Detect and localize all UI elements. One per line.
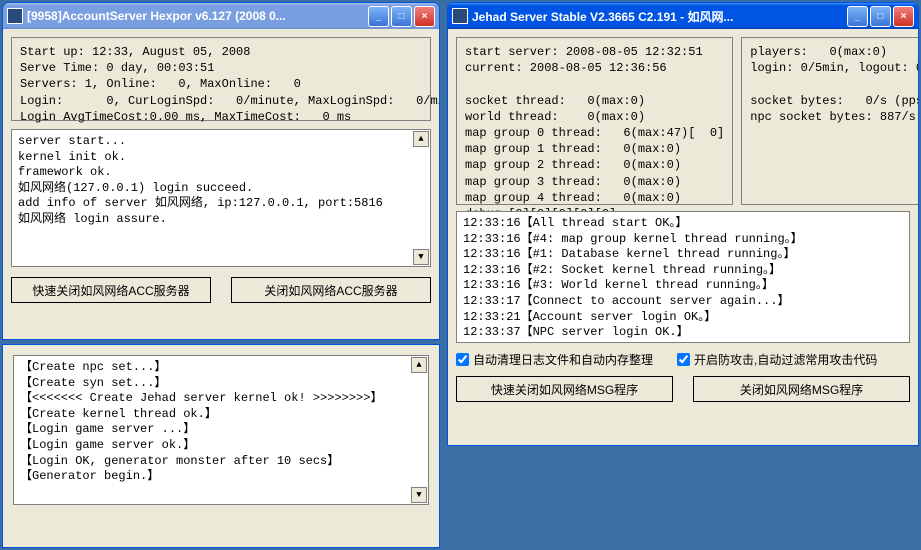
auto-clean-checkbox[interactable]: 自动清理日志文件和自动内存整理 xyxy=(456,351,653,368)
checkbox-row: 自动清理日志文件和自动内存整理 开启防攻击,自动过滤常用攻击代码 xyxy=(456,351,910,368)
window-title: [9958]AccountServer Hexpor v6.127 (2008 … xyxy=(27,9,368,23)
log-text: server start... kernel init ok. framewor… xyxy=(18,134,383,226)
client-area: 【Create npc set...】 【Create syn set...】 … xyxy=(3,345,439,515)
server-stats-left: start server: 2008-08-05 12:32:51 curren… xyxy=(456,37,733,205)
close-msg-button[interactable]: 关闭如风网络MSG程序 xyxy=(693,376,910,402)
checkbox-label: 自动清理日志文件和自动内存整理 xyxy=(473,351,653,368)
window-controls: _ □ × xyxy=(847,6,914,27)
log-text: 12:33:16【All thread start OK。】 12:33:16【… xyxy=(463,216,803,339)
checkbox-input[interactable] xyxy=(677,353,690,366)
anti-attack-checkbox[interactable]: 开启防攻击,自动过滤常用攻击代码 xyxy=(677,351,877,368)
scroll-down-icon[interactable]: ▼ xyxy=(411,487,427,503)
titlebar[interactable]: Jehad Server Stable V2.3665 C2.191 - 如风网… xyxy=(448,3,918,29)
window-controls: _ □ × xyxy=(368,6,435,27)
jehad-server-window: Jehad Server Stable V2.3665 C2.191 - 如风网… xyxy=(447,2,919,446)
account-server-window: [9958]AccountServer Hexpor v6.127 (2008 … xyxy=(2,2,440,340)
close-button[interactable]: × xyxy=(414,6,435,27)
window-title: Jehad Server Stable V2.3665 C2.191 - 如风网… xyxy=(472,8,847,25)
checkbox-label: 开启防攻击,自动过滤常用攻击代码 xyxy=(694,351,877,368)
minimize-button[interactable]: _ xyxy=(847,6,868,27)
npc-server-window: 【Create npc set...】 【Create syn set...】 … xyxy=(2,344,440,548)
titlebar[interactable]: [9958]AccountServer Hexpor v6.127 (2008 … xyxy=(3,3,439,29)
client-area: Start up: 12:33, August 05, 2008 Serve T… xyxy=(3,29,439,311)
server-stats: Start up: 12:33, August 05, 2008 Serve T… xyxy=(11,37,431,121)
button-row: 快速关闭如风网络MSG程序 关闭如风网络MSG程序 xyxy=(456,376,910,402)
log-text: 【Create npc set...】 【Create syn set...】 … xyxy=(20,360,382,483)
server-stats-right: players: 0(max:0) login: 0/5min, logout:… xyxy=(741,37,919,205)
fast-close-acc-button[interactable]: 快速关闭如风网络ACC服务器 xyxy=(11,277,211,303)
log-output[interactable]: 12:33:16【All thread start OK。】 12:33:16【… xyxy=(456,211,910,343)
app-icon xyxy=(7,8,23,24)
close-acc-button[interactable]: 关闭如风网络ACC服务器 xyxy=(231,277,431,303)
scroll-up-icon[interactable]: ▲ xyxy=(413,131,429,147)
minimize-button[interactable]: _ xyxy=(368,6,389,27)
log-output[interactable]: server start... kernel init ok. framewor… xyxy=(11,129,431,267)
client-area: start server: 2008-08-05 12:32:51 curren… xyxy=(448,29,918,410)
app-icon xyxy=(452,8,468,24)
scroll-down-icon[interactable]: ▼ xyxy=(413,249,429,265)
maximize-button[interactable]: □ xyxy=(870,6,891,27)
log-output[interactable]: 【Create npc set...】 【Create syn set...】 … xyxy=(13,355,429,505)
scroll-up-icon[interactable]: ▲ xyxy=(411,357,427,373)
checkbox-input[interactable] xyxy=(456,353,469,366)
button-row: 快速关闭如风网络ACC服务器 关闭如风网络ACC服务器 xyxy=(11,277,431,303)
maximize-button[interactable]: □ xyxy=(391,6,412,27)
close-button[interactable]: × xyxy=(893,6,914,27)
fast-close-msg-button[interactable]: 快速关闭如风网络MSG程序 xyxy=(456,376,673,402)
stats-row: start server: 2008-08-05 12:32:51 curren… xyxy=(456,37,910,205)
